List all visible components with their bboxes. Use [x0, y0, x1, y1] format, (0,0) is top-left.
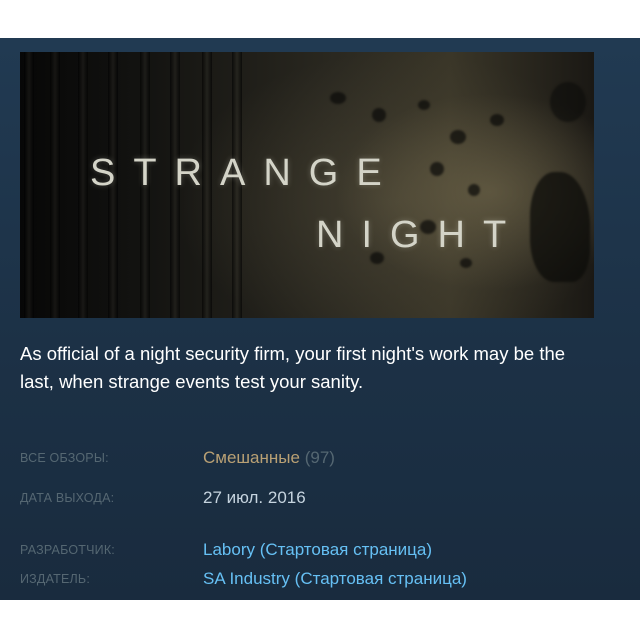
curtain-fold [50, 52, 60, 318]
release-date: 27 июл. 2016 [203, 488, 306, 507]
developer-link[interactable]: Labory [203, 540, 255, 559]
publisher-row: ИЗДАТЕЛЬ: SA Industry (Стартовая страниц… [20, 567, 600, 591]
moth-shape [372, 108, 386, 122]
reviews-row: ВСЕ ОБЗОРЫ: Смешанные (97) [20, 446, 600, 470]
publisher-link[interactable]: SA Industry [203, 569, 290, 588]
moth-shape [460, 258, 472, 268]
release-label: ДАТА ВЫХОДА: [20, 491, 115, 505]
moth-shape [490, 114, 504, 126]
silhouette-shape [530, 172, 590, 282]
curtain-fold [78, 52, 88, 318]
developer-value: Labory (Стартовая страница) [203, 538, 432, 562]
moth-shape [450, 130, 466, 144]
game-title-line-2: NIGHT [316, 214, 525, 256]
moth-shape [330, 92, 346, 104]
game-info-panel: STRANGE NIGHT As official of a night sec… [0, 38, 640, 600]
developer-homepage-link[interactable]: Стартовая страница [265, 540, 426, 559]
release-row: ДАТА ВЫХОДА: 27 июл. 2016 [20, 486, 600, 510]
moth-shape [430, 162, 444, 176]
publisher-value: SA Industry (Стартовая страница) [203, 567, 467, 591]
publisher-label: ИЗДАТЕЛЬ: [20, 572, 91, 586]
developer-row: РАЗРАБОТЧИК: Labory (Стартовая страница) [20, 538, 600, 562]
game-title-line-1: STRANGE [90, 152, 400, 194]
moth-shape [418, 100, 430, 110]
publisher-homepage-link[interactable]: Стартовая страница [300, 569, 461, 588]
reviews-label: ВСЕ ОБЗОРЫ: [20, 451, 109, 465]
reviews-value: Смешанные (97) [203, 446, 335, 470]
developer-label: РАЗРАБОТЧИК: [20, 543, 115, 557]
curtain-fold [24, 52, 34, 318]
reviews-summary[interactable]: Смешанные [203, 448, 300, 467]
game-capsule-image[interactable]: STRANGE NIGHT [20, 52, 594, 318]
game-description: As official of a night security firm, yo… [20, 343, 566, 392]
reviews-count: (97) [304, 448, 335, 467]
publisher-close-paren: ) [461, 569, 467, 588]
silhouette-shape [550, 82, 586, 122]
developer-close-paren: ) [426, 540, 433, 559]
moth-shape [468, 184, 480, 196]
